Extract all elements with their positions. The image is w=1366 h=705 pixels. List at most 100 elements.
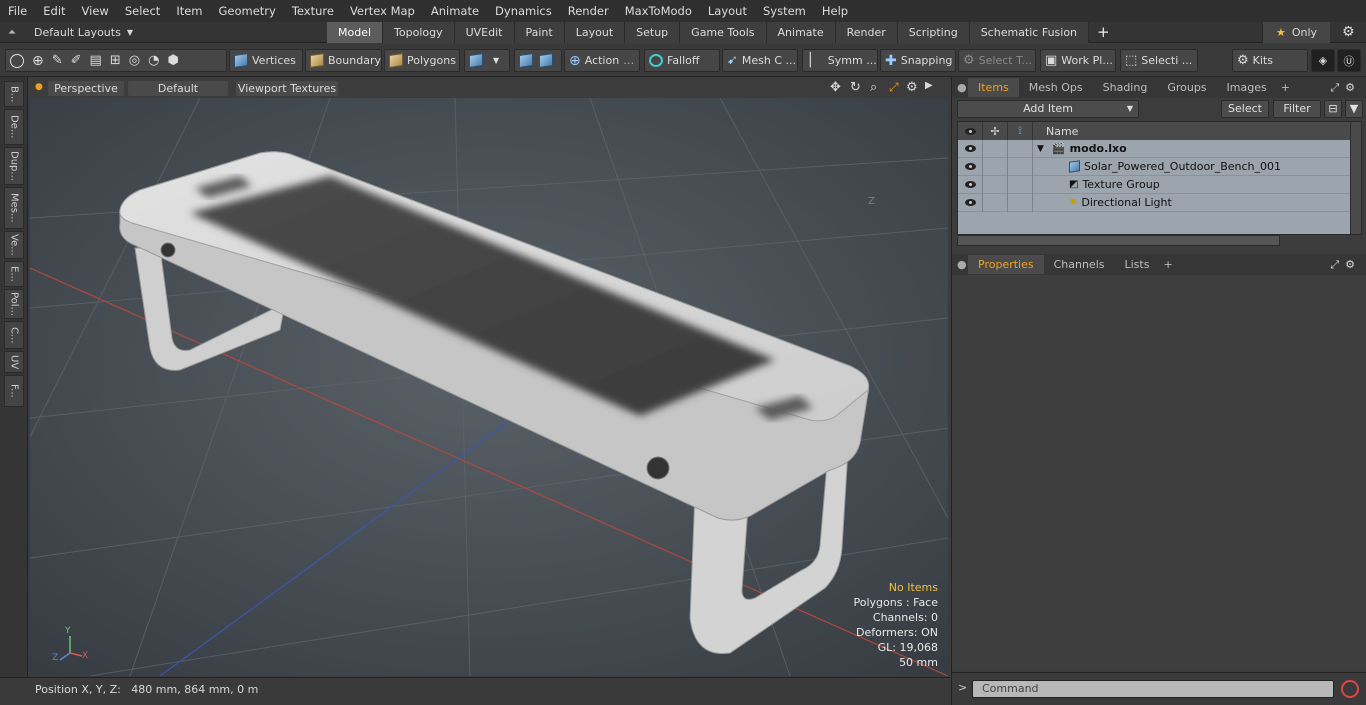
- clock-icon[interactable]: ◔: [148, 53, 159, 68]
- shading-default-button[interactable]: Default: [128, 81, 228, 96]
- menu-layout[interactable]: Layout: [700, 0, 755, 22]
- left-tab-basic[interactable]: B...: [4, 81, 24, 107]
- tab-shading[interactable]: Shading: [1093, 78, 1158, 97]
- tab-game-tools[interactable]: Game Tools: [680, 22, 767, 43]
- left-tab-edge[interactable]: E...: [4, 261, 24, 287]
- left-tab-fusion[interactable]: F...: [4, 375, 24, 407]
- left-tab-uv[interactable]: UV: [4, 351, 24, 373]
- layout-selector[interactable]: ⏶ Default Layouts ▼: [0, 22, 133, 43]
- item-row[interactable]: ▼ 🎬 modo.lxo: [958, 139, 1351, 158]
- filter-funnel-icon[interactable]: ▼: [1345, 100, 1363, 118]
- tab-groups[interactable]: Groups: [1157, 78, 1216, 97]
- left-tab-vertex[interactable]: Ve...: [4, 231, 24, 259]
- command-input[interactable]: Command: [972, 680, 1334, 698]
- align-icon[interactable]: ▤: [90, 53, 102, 68]
- collapse-icon[interactable]: ⊟: [1324, 100, 1342, 118]
- only-toggle[interactable]: ★ Only: [1262, 22, 1330, 43]
- mesh-constraint-button[interactable]: ➹ Mesh C ...: [722, 49, 798, 72]
- menu-system[interactable]: System: [755, 0, 814, 22]
- viewport-dot-icon[interactable]: ●: [35, 82, 43, 92]
- unreal-icon[interactable]: Ⓤ: [1337, 49, 1361, 72]
- tab-images[interactable]: Images: [1217, 78, 1277, 97]
- vertices-button[interactable]: Vertices: [229, 49, 303, 72]
- visibility-eye-icon[interactable]: [958, 175, 983, 194]
- viewport-gear-icon[interactable]: ⚙: [906, 80, 918, 95]
- menu-select[interactable]: Select: [117, 0, 168, 22]
- filter-button[interactable]: Filter: [1273, 100, 1321, 118]
- item-row[interactable]: ✸ Directional Light: [958, 193, 1351, 212]
- tab-mesh-ops[interactable]: Mesh Ops: [1019, 78, 1093, 97]
- item-list-vertical-scrollbar[interactable]: [1350, 121, 1362, 235]
- tab-layout[interactable]: Layout: [564, 22, 626, 43]
- panel-expand-gear-icon[interactable]: ⤢⚙: [1330, 258, 1366, 272]
- polygons-button[interactable]: Polygons: [384, 49, 460, 72]
- shield-snap-2-icon[interactable]: [539, 53, 553, 68]
- panel-expand-gear-icon[interactable]: ⤢⚙: [1330, 81, 1366, 95]
- tab-render[interactable]: Render: [835, 22, 898, 43]
- snapping-button[interactable]: ✚ Snapping: [880, 49, 956, 72]
- gear-icon[interactable]: ⚙: [1342, 24, 1355, 40]
- tab-model[interactable]: Model: [327, 22, 384, 43]
- maximize-view-icon[interactable]: ⤢: [889, 80, 899, 95]
- work-plane-button[interactable]: ▣ Work Pl...: [1040, 49, 1116, 72]
- add-tab-button[interactable]: +: [1089, 22, 1118, 43]
- tab-lists[interactable]: Lists: [1115, 255, 1160, 274]
- pen-icon[interactable]: ✎: [52, 53, 63, 68]
- menu-file[interactable]: File: [0, 0, 35, 22]
- tab-schematic-fusion[interactable]: Schematic Fusion: [969, 22, 1090, 43]
- tab-items[interactable]: Items: [968, 78, 1019, 97]
- tab-topology[interactable]: Topology: [383, 22, 455, 43]
- brush-icon[interactable]: ✐: [71, 53, 82, 68]
- move-view-icon[interactable]: ✥: [830, 80, 841, 95]
- visibility-eye-icon[interactable]: [958, 139, 983, 158]
- tab-paint[interactable]: Paint: [514, 22, 565, 43]
- add-item-button[interactable]: Add Item ▼: [957, 100, 1139, 118]
- left-tab-mesh-edit[interactable]: Mes...: [4, 187, 24, 229]
- item-mode-dropdown[interactable]: ▼: [464, 49, 510, 72]
- shield-icon[interactable]: ⬢: [167, 53, 178, 68]
- item-row[interactable]: Solar_Powered_Outdoor_Bench_001: [958, 157, 1351, 176]
- item-row[interactable]: ◩ Texture Group: [958, 175, 1351, 194]
- left-tab-curve[interactable]: C...: [4, 321, 24, 349]
- viewport-textures-button[interactable]: Viewport Textures: [236, 81, 338, 96]
- panel-dot-icon[interactable]: ●: [952, 258, 968, 271]
- boundary-button[interactable]: Boundary: [305, 49, 382, 72]
- add-panel-tab-button[interactable]: +: [1159, 255, 1176, 274]
- circle-select-icon[interactable]: [10, 53, 24, 68]
- 3d-viewport[interactable]: Z Y X Z No Items Polygons: Face Channel…: [30, 98, 948, 676]
- record-icon[interactable]: [1341, 680, 1359, 698]
- select-through-button[interactable]: ⚙ Select T...: [958, 49, 1036, 72]
- perspective-button[interactable]: Perspective: [48, 81, 124, 96]
- kits-button[interactable]: ⚙ Kits: [1232, 49, 1308, 72]
- left-tab-polygon[interactable]: Pol...: [4, 289, 24, 319]
- panel-dot-icon[interactable]: ●: [952, 81, 968, 94]
- tab-uvedit[interactable]: UVEdit: [454, 22, 515, 43]
- menu-maxtomodo[interactable]: MaxToModo: [617, 0, 700, 22]
- menu-edit[interactable]: Edit: [35, 0, 73, 22]
- item-list-scrollbar[interactable]: [957, 235, 1280, 246]
- symmetry-button[interactable]: ⎮ Symm ...: [802, 49, 878, 72]
- menu-vertex-map[interactable]: Vertex Map: [342, 0, 423, 22]
- tab-scripting[interactable]: Scripting: [897, 22, 970, 43]
- add-panel-tab-button[interactable]: +: [1277, 78, 1294, 97]
- menu-texture[interactable]: Texture: [284, 0, 342, 22]
- left-tab-duplicate[interactable]: Dup...: [4, 147, 24, 185]
- action-button[interactable]: ⊕ Action …: [564, 49, 640, 72]
- visibility-eye-icon[interactable]: [958, 157, 983, 176]
- viewport-menu-arrow-icon[interactable]: ▶: [925, 80, 933, 91]
- unity-icon[interactable]: ◈: [1311, 49, 1335, 72]
- selection-sets-button[interactable]: ⬚ Selecti ...: [1120, 49, 1198, 72]
- zoom-view-icon[interactable]: ⌕: [870, 80, 877, 95]
- expand-triangle-icon[interactable]: ▼: [1037, 144, 1044, 154]
- shield-snap-icon[interactable]: [519, 53, 533, 68]
- tab-properties[interactable]: Properties: [968, 255, 1044, 274]
- menu-dynamics[interactable]: Dynamics: [487, 0, 560, 22]
- tab-animate[interactable]: Animate: [766, 22, 836, 43]
- globe-icon[interactable]: ⊕: [32, 53, 44, 69]
- visibility-eye-icon[interactable]: [958, 193, 983, 212]
- menu-help[interactable]: Help: [814, 0, 856, 22]
- square-target-icon[interactable]: ◎: [129, 53, 140, 68]
- menu-animate[interactable]: Animate: [423, 0, 487, 22]
- select-button[interactable]: Select: [1221, 100, 1269, 118]
- falloff-button[interactable]: Falloff: [644, 49, 720, 72]
